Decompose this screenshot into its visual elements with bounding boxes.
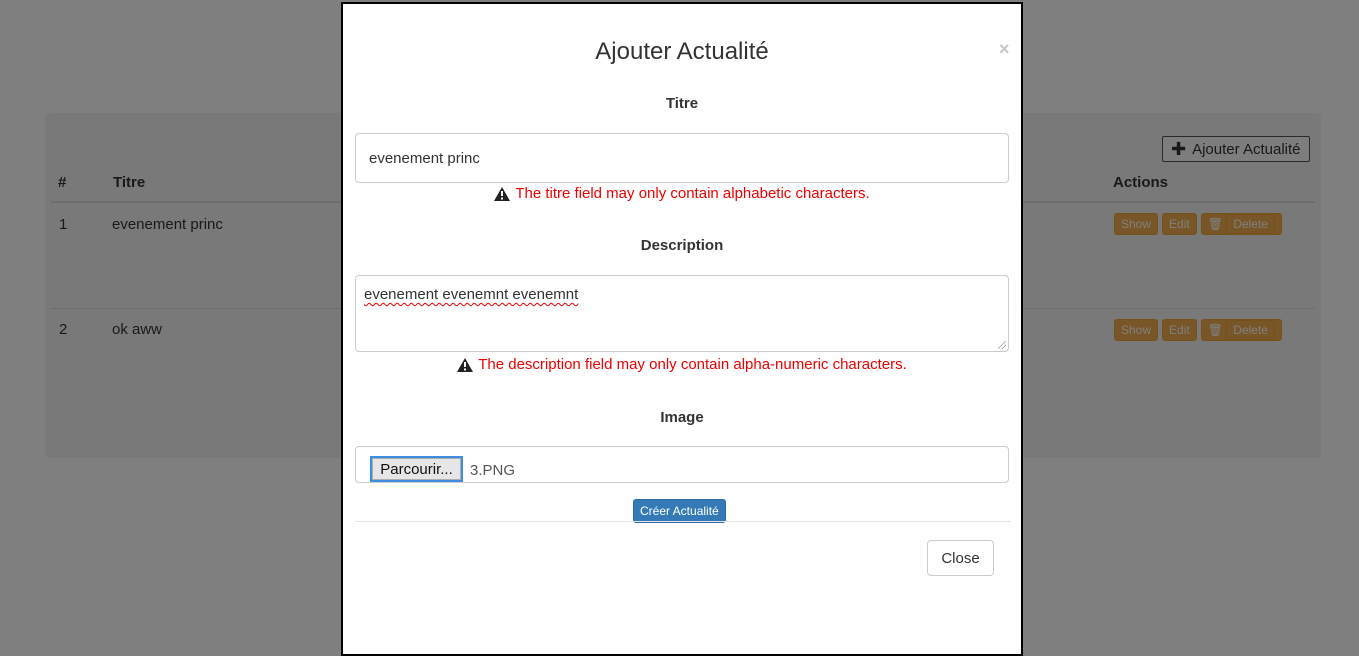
description-textarea-value: evenement evenemnt evenemnt — [364, 286, 579, 303]
description-textarea[interactable]: evenement evenemnt evenemnt — [355, 275, 1009, 352]
close-button[interactable]: Close — [927, 540, 994, 576]
create-actualite-button[interactable]: Créer Actualité — [633, 499, 726, 523]
titre-input[interactable]: evenement princ — [355, 133, 1009, 183]
add-actualite-modal: Ajouter Actualité × Titre evenement prin… — [341, 2, 1023, 656]
titre-error: The titre field may only contain alphabe… — [343, 185, 1021, 202]
description-label: Description — [640, 237, 724, 254]
image-label: Image — [660, 409, 704, 426]
titre-label: Titre — [665, 95, 699, 112]
modal-title: Ajouter Actualité — [595, 38, 769, 65]
modal-footer-divider — [355, 521, 1011, 522]
browse-button[interactable]: Parcourir... — [370, 456, 463, 482]
titre-error-text: The titre field may only contain alphabe… — [515, 185, 870, 202]
warning-icon — [457, 357, 474, 372]
image-file-input[interactable]: Parcourir... 3.PNG — [355, 446, 1009, 483]
description-error: The description field may only contain a… — [343, 356, 1021, 373]
close-x-icon[interactable]: × — [999, 40, 1010, 58]
resize-grip-icon[interactable] — [998, 341, 1006, 349]
warning-icon — [494, 186, 511, 201]
selected-file-name: 3.PNG — [470, 462, 516, 479]
titre-input-value: evenement princ — [369, 150, 480, 167]
description-error-text: The description field may only contain a… — [478, 356, 907, 373]
